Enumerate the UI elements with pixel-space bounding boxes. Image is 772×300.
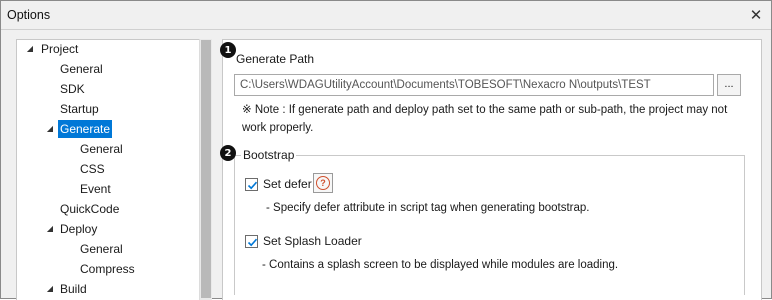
tree-item-label: General — [80, 142, 123, 156]
tree-item-label: Deploy — [60, 222, 98, 236]
title-bar: Options ✕ — [1, 1, 771, 30]
generate-path-input[interactable]: C:\Users\WDAGUtilityAccount\Documents\TO… — [234, 74, 714, 96]
tree-item-label: CSS — [80, 162, 105, 176]
tree-item-label: SDK — [60, 82, 85, 96]
tree-item-label: Build — [60, 282, 87, 296]
set-splash-loader-label[interactable]: Set Splash Loader — [263, 234, 362, 248]
close-icon[interactable]: ✕ — [747, 6, 765, 24]
tree-scrollbar[interactable] — [199, 39, 212, 300]
tree-item-label: QuickCode — [60, 202, 120, 216]
tree-item-label: Compress — [80, 262, 135, 276]
checkmark-icon — [247, 181, 258, 190]
tree-item-label: Event — [80, 182, 111, 196]
set-defer-description: - Specify defer attribute in script tag … — [266, 202, 590, 214]
callout-marker-2: 2 — [220, 145, 236, 161]
tree-item-label: Project — [41, 42, 79, 56]
browse-button[interactable]: ... — [717, 74, 741, 96]
help-button[interactable]: ? — [313, 173, 333, 193]
scrollbar-thumb[interactable] — [201, 40, 211, 298]
set-splash-loader-checkbox[interactable] — [245, 235, 258, 248]
tree-expand-icon[interactable]: ◢ — [45, 280, 55, 298]
window-title: Options — [7, 8, 51, 22]
set-defer-checkbox[interactable] — [245, 178, 258, 191]
bootstrap-groupbox — [234, 155, 745, 295]
tree-expand-icon[interactable]: ◢ — [45, 120, 55, 138]
generate-path-label: Generate Path — [236, 52, 315, 66]
tree-expand-icon[interactable]: ◢ — [45, 220, 55, 238]
callout-marker-1: 1 — [220, 42, 236, 58]
tree-item-label: Generate — [58, 120, 113, 138]
tree-item-label: Startup — [60, 102, 99, 116]
generate-path-note: ※ Note : If generate path and deploy pat… — [242, 104, 728, 134]
options-dialog: Options ✕ ◢ Project General SDK Startup … — [0, 0, 772, 300]
tree-expand-icon[interactable]: ◢ — [25, 40, 35, 58]
help-question-icon: ? — [316, 176, 330, 190]
set-splash-loader-description: - Contains a splash screen to be display… — [262, 259, 619, 271]
tree-item-label: General — [80, 242, 123, 256]
options-tree: ◢ Project General SDK Startup ◢ Generate… — [16, 39, 212, 300]
checkmark-icon — [247, 238, 258, 247]
bootstrap-legend: Bootstrap — [241, 148, 297, 162]
set-defer-label[interactable]: Set defer — [263, 177, 312, 191]
tree-item-label: General — [60, 62, 103, 76]
